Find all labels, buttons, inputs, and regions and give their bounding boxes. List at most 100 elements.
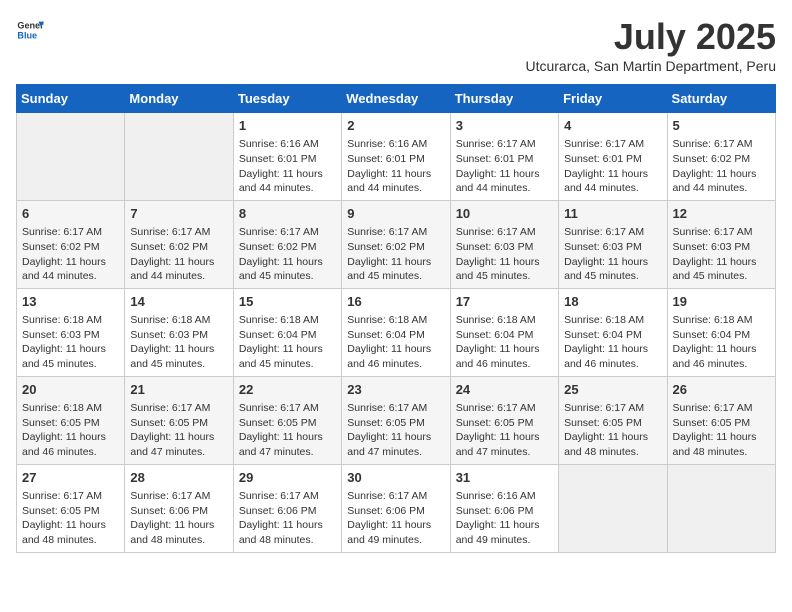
daylight-text: Daylight: 11 hours and 45 minutes. — [564, 256, 648, 283]
sunset-text: Sunset: 6:02 PM — [130, 241, 208, 253]
sunrise-text: Sunrise: 6:17 AM — [239, 402, 319, 414]
day-number: 14 — [130, 293, 227, 311]
sunrise-text: Sunrise: 6:17 AM — [22, 490, 102, 502]
sunset-text: Sunset: 6:03 PM — [564, 241, 642, 253]
day-number: 18 — [564, 293, 661, 311]
sunrise-text: Sunrise: 6:16 AM — [347, 138, 427, 150]
sunset-text: Sunset: 6:02 PM — [22, 241, 100, 253]
daylight-text: Daylight: 11 hours and 45 minutes. — [22, 343, 106, 370]
sunset-text: Sunset: 6:01 PM — [564, 153, 642, 165]
sunset-text: Sunset: 6:04 PM — [673, 329, 751, 341]
sunrise-text: Sunrise: 6:17 AM — [130, 490, 210, 502]
sunrise-text: Sunrise: 6:17 AM — [347, 226, 427, 238]
sunset-text: Sunset: 6:05 PM — [564, 417, 642, 429]
calendar-cell: 19Sunrise: 6:18 AMSunset: 6:04 PMDayligh… — [667, 288, 775, 376]
sunrise-text: Sunrise: 6:17 AM — [456, 138, 536, 150]
day-header-sunday: Sunday — [17, 85, 125, 113]
logo-icon: General Blue — [16, 16, 44, 44]
daylight-text: Daylight: 11 hours and 46 minutes. — [673, 343, 757, 370]
calendar-week-row: 6Sunrise: 6:17 AMSunset: 6:02 PMDaylight… — [17, 200, 776, 288]
calendar-cell — [125, 113, 233, 201]
calendar-cell: 13Sunrise: 6:18 AMSunset: 6:03 PMDayligh… — [17, 288, 125, 376]
day-number: 16 — [347, 293, 444, 311]
page-header: General Blue July 2025 Utcurarca, San Ma… — [16, 16, 776, 74]
day-number: 29 — [239, 469, 336, 487]
daylight-text: Daylight: 11 hours and 45 minutes. — [239, 256, 323, 283]
day-number: 21 — [130, 381, 227, 399]
calendar-week-row: 1Sunrise: 6:16 AMSunset: 6:01 PMDaylight… — [17, 113, 776, 201]
day-header-tuesday: Tuesday — [233, 85, 341, 113]
day-number: 22 — [239, 381, 336, 399]
sunset-text: Sunset: 6:03 PM — [673, 241, 751, 253]
calendar-cell: 3Sunrise: 6:17 AMSunset: 6:01 PMDaylight… — [450, 113, 558, 201]
sunrise-text: Sunrise: 6:18 AM — [239, 314, 319, 326]
sunset-text: Sunset: 6:05 PM — [456, 417, 534, 429]
calendar-header-row: SundayMondayTuesdayWednesdayThursdayFrid… — [17, 85, 776, 113]
sunset-text: Sunset: 6:06 PM — [456, 505, 534, 517]
sunrise-text: Sunrise: 6:17 AM — [130, 402, 210, 414]
day-number: 15 — [239, 293, 336, 311]
calendar-cell: 25Sunrise: 6:17 AMSunset: 6:05 PMDayligh… — [559, 376, 667, 464]
daylight-text: Daylight: 11 hours and 48 minutes. — [22, 519, 106, 546]
calendar-cell: 16Sunrise: 6:18 AMSunset: 6:04 PMDayligh… — [342, 288, 450, 376]
day-number: 13 — [22, 293, 119, 311]
daylight-text: Daylight: 11 hours and 44 minutes. — [130, 256, 214, 283]
calendar-cell — [17, 113, 125, 201]
sunset-text: Sunset: 6:05 PM — [239, 417, 317, 429]
sunrise-text: Sunrise: 6:17 AM — [564, 226, 644, 238]
month-title: July 2025 — [525, 16, 776, 58]
calendar-cell: 14Sunrise: 6:18 AMSunset: 6:03 PMDayligh… — [125, 288, 233, 376]
sunrise-text: Sunrise: 6:17 AM — [239, 490, 319, 502]
calendar-cell: 23Sunrise: 6:17 AMSunset: 6:05 PMDayligh… — [342, 376, 450, 464]
sunrise-text: Sunrise: 6:18 AM — [347, 314, 427, 326]
calendar-cell: 26Sunrise: 6:17 AMSunset: 6:05 PMDayligh… — [667, 376, 775, 464]
day-header-friday: Friday — [559, 85, 667, 113]
sunset-text: Sunset: 6:05 PM — [347, 417, 425, 429]
daylight-text: Daylight: 11 hours and 49 minutes. — [347, 519, 431, 546]
day-number: 19 — [673, 293, 770, 311]
calendar-cell — [559, 464, 667, 552]
calendar-cell: 31Sunrise: 6:16 AMSunset: 6:06 PMDayligh… — [450, 464, 558, 552]
sunrise-text: Sunrise: 6:18 AM — [22, 314, 102, 326]
day-number: 17 — [456, 293, 553, 311]
daylight-text: Daylight: 11 hours and 47 minutes. — [347, 431, 431, 458]
daylight-text: Daylight: 11 hours and 48 minutes. — [673, 431, 757, 458]
calendar-cell: 15Sunrise: 6:18 AMSunset: 6:04 PMDayligh… — [233, 288, 341, 376]
day-header-monday: Monday — [125, 85, 233, 113]
day-number: 10 — [456, 205, 553, 223]
sunset-text: Sunset: 6:04 PM — [239, 329, 317, 341]
calendar-cell: 20Sunrise: 6:18 AMSunset: 6:05 PMDayligh… — [17, 376, 125, 464]
daylight-text: Daylight: 11 hours and 44 minutes. — [673, 168, 757, 195]
calendar-cell: 22Sunrise: 6:17 AMSunset: 6:05 PMDayligh… — [233, 376, 341, 464]
day-number: 2 — [347, 117, 444, 135]
sunset-text: Sunset: 6:01 PM — [456, 153, 534, 165]
calendar-week-row: 27Sunrise: 6:17 AMSunset: 6:05 PMDayligh… — [17, 464, 776, 552]
sunrise-text: Sunrise: 6:17 AM — [673, 226, 753, 238]
sunset-text: Sunset: 6:04 PM — [564, 329, 642, 341]
sunset-text: Sunset: 6:01 PM — [239, 153, 317, 165]
calendar-cell: 5Sunrise: 6:17 AMSunset: 6:02 PMDaylight… — [667, 113, 775, 201]
day-number: 7 — [130, 205, 227, 223]
sunrise-text: Sunrise: 6:16 AM — [239, 138, 319, 150]
calendar-cell: 30Sunrise: 6:17 AMSunset: 6:06 PMDayligh… — [342, 464, 450, 552]
sunrise-text: Sunrise: 6:18 AM — [564, 314, 644, 326]
daylight-text: Daylight: 11 hours and 44 minutes. — [347, 168, 431, 195]
sunset-text: Sunset: 6:05 PM — [673, 417, 751, 429]
svg-text:Blue: Blue — [17, 30, 37, 40]
sunrise-text: Sunrise: 6:17 AM — [347, 490, 427, 502]
calendar-cell: 8Sunrise: 6:17 AMSunset: 6:02 PMDaylight… — [233, 200, 341, 288]
day-number: 23 — [347, 381, 444, 399]
daylight-text: Daylight: 11 hours and 49 minutes. — [456, 519, 540, 546]
calendar-cell: 21Sunrise: 6:17 AMSunset: 6:05 PMDayligh… — [125, 376, 233, 464]
calendar-cell: 17Sunrise: 6:18 AMSunset: 6:04 PMDayligh… — [450, 288, 558, 376]
sunrise-text: Sunrise: 6:17 AM — [239, 226, 319, 238]
calendar-cell: 29Sunrise: 6:17 AMSunset: 6:06 PMDayligh… — [233, 464, 341, 552]
sunrise-text: Sunrise: 6:18 AM — [130, 314, 210, 326]
calendar-cell: 2Sunrise: 6:16 AMSunset: 6:01 PMDaylight… — [342, 113, 450, 201]
daylight-text: Daylight: 11 hours and 47 minutes. — [456, 431, 540, 458]
title-block: July 2025 Utcurarca, San Martin Departme… — [525, 16, 776, 74]
day-number: 25 — [564, 381, 661, 399]
daylight-text: Daylight: 11 hours and 46 minutes. — [347, 343, 431, 370]
day-header-thursday: Thursday — [450, 85, 558, 113]
daylight-text: Daylight: 11 hours and 44 minutes. — [456, 168, 540, 195]
